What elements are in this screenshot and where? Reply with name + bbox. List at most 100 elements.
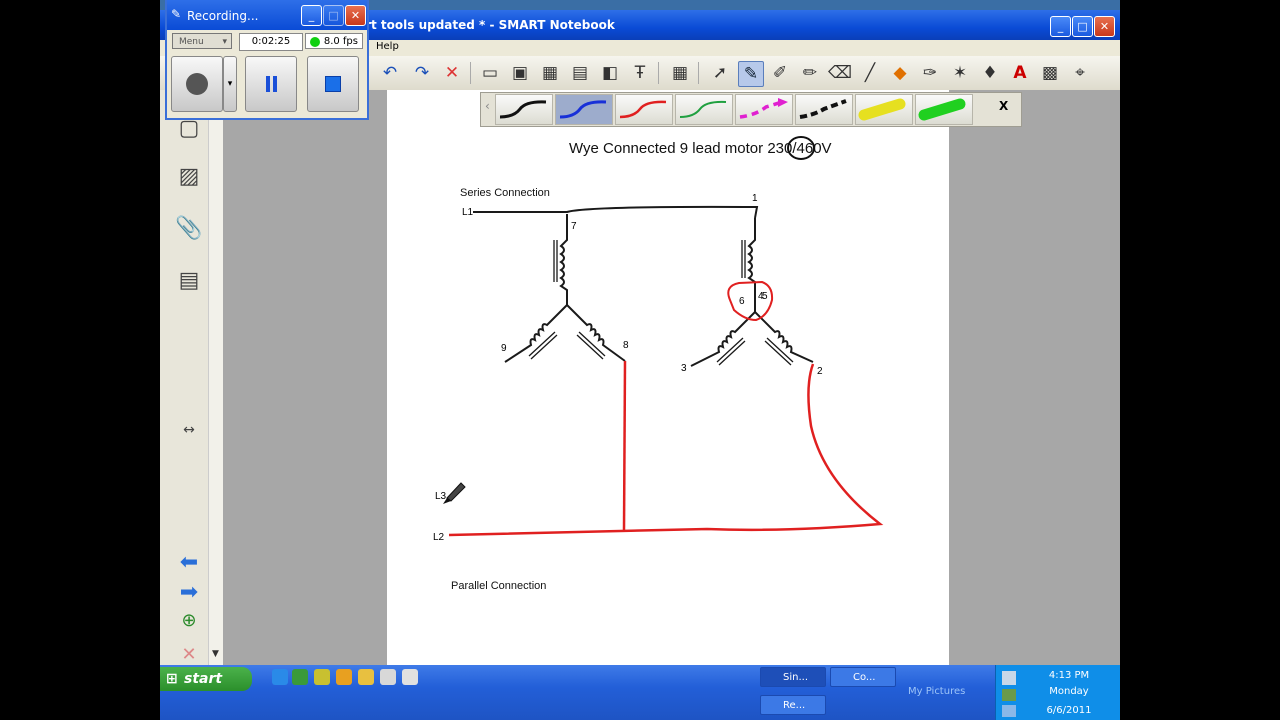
desktop: art tools updated * - SMART Notebook _ □… — [160, 0, 1120, 720]
pen-green[interactable] — [675, 94, 733, 125]
select-arrow-icon[interactable]: ➚ — [708, 61, 732, 85]
recorder-title-bar[interactable]: ✎ Recording... _ □ ✕ — [167, 0, 367, 30]
recorder-menu-dropdown[interactable]: Menu ▾ — [172, 33, 232, 49]
start-button[interactable]: ⊞ start — [160, 667, 252, 691]
add-page-icon[interactable]: ⊕ — [174, 602, 204, 638]
pause-button[interactable] — [245, 56, 297, 112]
quicklaunch-5-icon[interactable] — [358, 669, 374, 685]
transparent-background-icon[interactable]: ▦ — [538, 61, 562, 85]
vertical-scrollbar[interactable]: ▼ — [208, 90, 223, 665]
scroll-down-icon[interactable]: ▼ — [209, 645, 222, 663]
recorder-fps: 8.0 fps — [305, 33, 363, 49]
record-icon — [186, 73, 208, 95]
text-tool-icon[interactable]: Ŧ — [628, 61, 652, 85]
redo-icon[interactable]: ↷ — [410, 61, 434, 85]
attachments-icon[interactable]: 📎 — [174, 210, 204, 246]
pen-scroll-left-icon[interactable]: ‹ — [485, 99, 490, 113]
stop-button[interactable] — [307, 56, 359, 112]
display-icon[interactable]: ▤ — [568, 61, 592, 85]
recording-status-icon — [310, 37, 320, 47]
clock-date: 6/6/2011 — [1046, 705, 1092, 716]
parallel-connection-label: Parallel Connection — [451, 580, 546, 592]
fullscreen-icon[interactable]: ▣ — [508, 61, 532, 85]
properties-tab-icon[interactable]: ▤ — [174, 262, 204, 298]
task-button-smart[interactable]: Sin... — [760, 667, 826, 687]
highlighter-yellow[interactable] — [855, 94, 913, 125]
font-color-icon[interactable]: A — [1008, 61, 1032, 85]
undo-icon[interactable]: ↶ — [378, 61, 402, 85]
pen-black[interactable] — [495, 94, 553, 125]
series-connection-label: Series Connection — [460, 187, 550, 199]
clock-day: Monday — [1049, 686, 1089, 697]
delete-icon[interactable]: ✕ — [440, 61, 464, 85]
minimize-button[interactable]: _ — [1050, 16, 1071, 37]
task-button-co[interactable]: Co... — [830, 667, 896, 687]
fill-icon[interactable]: ♦ — [978, 61, 1002, 85]
pen-style-bar: ‹ X — [480, 92, 1022, 127]
label-t6: 6 — [739, 296, 745, 307]
notebook-page[interactable]: Wye Connected 9 lead motor 230/460V Seri… — [387, 90, 949, 665]
capture-icon[interactable]: ◧ — [598, 61, 622, 85]
pen-magenta-dashed[interactable] — [735, 94, 793, 125]
eraser-icon[interactable]: ⌫ — [828, 61, 852, 85]
shape-recognition-pen-icon[interactable]: ✑ — [918, 61, 942, 85]
quicklaunch-2-icon[interactable] — [292, 669, 308, 685]
my-pictures-toolbar[interactable]: My Pictures — [908, 686, 965, 697]
label-t7: 7 — [571, 221, 577, 232]
maximize-button[interactable]: □ — [1072, 16, 1093, 37]
recorder-maximize-button[interactable]: □ — [323, 5, 344, 26]
label-t3: 3 — [681, 363, 687, 374]
recorder-title: Recording... — [187, 9, 259, 23]
recorder-elapsed-time: 0:02:25 — [239, 33, 303, 51]
creative-pen-icon[interactable]: ✐ — [768, 61, 792, 85]
clock-time: 4:13 PM — [1048, 670, 1090, 681]
pen-cursor-icon — [443, 482, 466, 504]
close-button[interactable]: ✕ — [1094, 16, 1115, 37]
quicklaunch-7-icon[interactable] — [402, 669, 418, 685]
window-title: art tools updated * - SMART Notebook — [357, 18, 615, 32]
recorder-app-icon: ✎ — [171, 7, 182, 21]
magic-wand-icon[interactable]: ✶ — [948, 61, 972, 85]
label-l3: L3 — [435, 491, 447, 502]
chevron-down-icon: ▾ — [222, 37, 227, 47]
system-tray: 4:13 PM Monday 6/6/2011 — [995, 665, 1120, 720]
quicklaunch-3-icon[interactable] — [314, 669, 330, 685]
pen-blue[interactable] — [555, 94, 613, 125]
recorder-minimize-button[interactable]: _ — [301, 5, 322, 26]
label-l2: L2 — [433, 532, 445, 543]
record-options-button[interactable]: ▾ — [223, 56, 237, 112]
pen-icon[interactable]: ✎ — [738, 61, 764, 87]
label-t5: 5 — [762, 291, 768, 302]
label-t2: 2 — [817, 366, 823, 377]
line-icon[interactable]: ╱ — [858, 61, 882, 85]
pen-black-dashed[interactable] — [795, 94, 853, 125]
screen-shade-icon[interactable]: ▭ — [478, 61, 502, 85]
record-button[interactable] — [171, 56, 223, 112]
label-t1: 1 — [752, 193, 758, 204]
label-t8: 8 — [623, 340, 629, 351]
tray-volume-icon[interactable] — [1002, 705, 1016, 717]
menu-help[interactable]: Help — [376, 41, 399, 52]
tray-printer-icon[interactable] — [1002, 689, 1016, 701]
shapes-icon[interactable]: ◆ — [888, 61, 912, 85]
ie-icon[interactable] — [272, 669, 288, 685]
resize-arrows-icon[interactable]: ↔ — [174, 412, 204, 448]
more-tools-icon[interactable]: ⌖ — [1068, 61, 1092, 85]
windows-logo-icon: ⊞ — [166, 671, 178, 687]
task-button-re[interactable]: Re... — [760, 695, 826, 715]
diagram-canvas: Wye Connected 9 lead motor 230/460V Seri… — [433, 136, 884, 592]
quicklaunch-6-icon[interactable] — [380, 669, 396, 685]
pen-bar-close-icon[interactable]: X — [999, 99, 1008, 113]
properties-icon[interactable]: ▩ — [1038, 61, 1062, 85]
label-l1: L1 — [462, 207, 474, 218]
recorder-close-button[interactable]: ✕ — [345, 5, 366, 26]
quicklaunch-4-icon[interactable] — [336, 669, 352, 685]
pen-red[interactable] — [615, 94, 673, 125]
label-t9: 9 — [501, 343, 507, 354]
stop-icon — [325, 76, 341, 92]
gallery-icon[interactable]: ▨ — [174, 158, 204, 194]
table-icon[interactable]: ▦ — [668, 61, 692, 85]
magic-pen-icon[interactable]: ✏ — [798, 61, 822, 85]
tray-network-icon[interactable] — [1002, 671, 1016, 685]
highlighter-green[interactable] — [915, 94, 973, 125]
